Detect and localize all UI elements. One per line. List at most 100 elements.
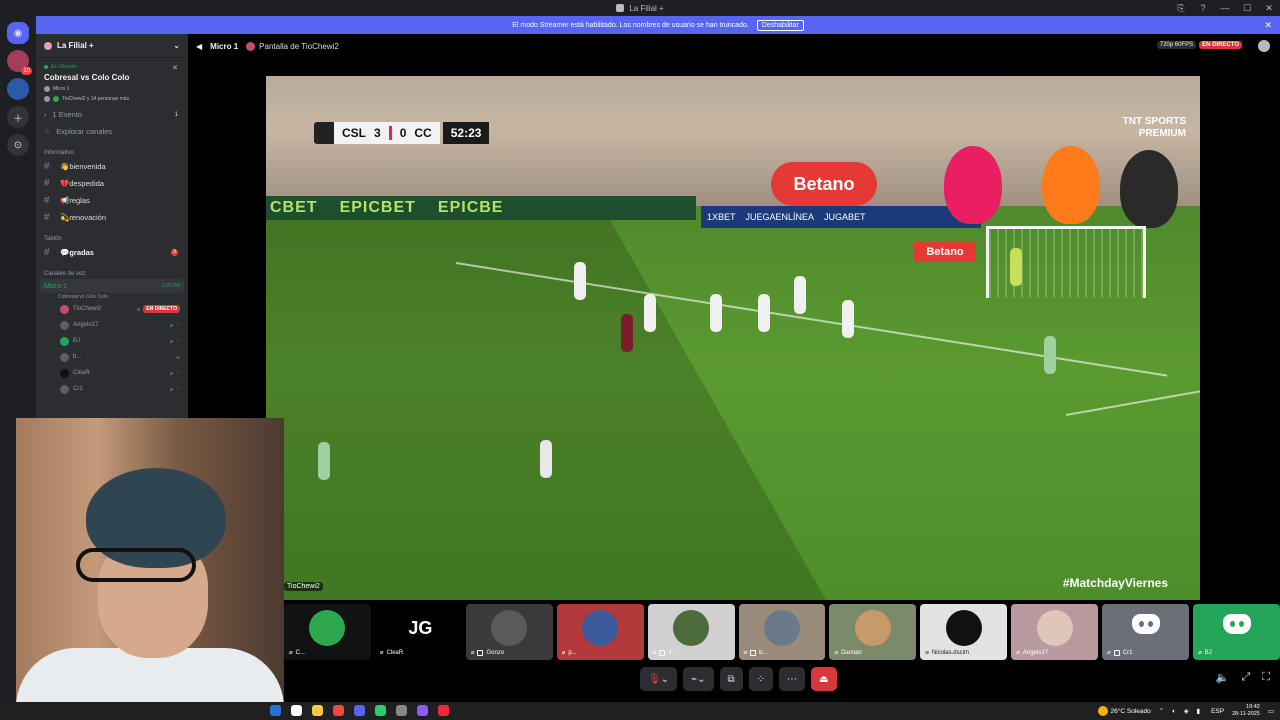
notifications-icon[interactable]: ▭ — [1268, 707, 1274, 715]
members-icon[interactable] — [1258, 40, 1270, 52]
weather-widget[interactable]: 26°C Soleado — [1097, 706, 1151, 716]
channel-renovacion[interactable]: # 💫renovación — [36, 209, 188, 226]
participant-tile[interactable]: ⌀ p... — [556, 604, 644, 660]
muted-icon: ⌀ — [379, 650, 384, 656]
avatar — [60, 336, 69, 346]
voice-member[interactable]: TioChewi2 ⌀ EN DIRECTO — [36, 301, 188, 317]
volume-icon[interactable]: 🔈 — [1216, 671, 1230, 684]
player — [540, 440, 552, 478]
server-name: La Filial + — [57, 41, 94, 50]
events-row[interactable]: › 1 Evento 1 — [36, 106, 188, 123]
fullscreen-icon[interactable]: ⛶ — [1262, 671, 1270, 684]
taskbar-app-icon[interactable] — [375, 705, 386, 716]
share-screen-button[interactable]: ⧉ — [719, 667, 743, 691]
taskbar-app-icon[interactable] — [291, 705, 302, 716]
participant-name: b... — [759, 649, 768, 656]
event-channel: Micro 1 — [44, 86, 180, 92]
microphone-button[interactable]: 🎙 ⌄ — [640, 667, 678, 691]
participant-tile[interactable]: ⌀ Angelo17 — [1011, 604, 1099, 660]
disable-streamer-button[interactable]: Deshabilitar — [756, 19, 804, 31]
participant-tile[interactable]: ⌀ Gonzo — [465, 604, 553, 660]
popout-icon[interactable]: ⤢ — [1241, 671, 1250, 684]
explore-channels-row[interactable]: ⁘ Explorar canales — [36, 123, 188, 140]
participant-tile[interactable]: ⌀ C... — [284, 604, 371, 660]
participant-tile[interactable]: ⌀ Damian — [829, 604, 917, 660]
player — [842, 300, 854, 338]
stream-view-controls: 🔈 ⤢ ⛶ — [1216, 671, 1270, 684]
player — [621, 314, 633, 352]
activities-button[interactable]: ⁘ — [748, 667, 774, 691]
avatar — [44, 96, 50, 102]
home-discord-icon[interactable]: ◉ — [7, 22, 29, 44]
channel-reglas[interactable]: # 📢reglas — [36, 192, 188, 209]
channel-bienvenida[interactable]: # 👋bienvenida — [36, 158, 188, 175]
participant-tile[interactable]: ⌀ BJ — [1193, 604, 1280, 660]
voice-member[interactable]: b... ⌀ — [36, 349, 188, 365]
discord-icon — [1222, 614, 1251, 634]
event-close-icon[interactable]: ✕ — [172, 64, 178, 72]
add-server-icon[interactable]: ＋ — [7, 106, 29, 128]
chevron-down-icon[interactable]: ⌄ — [173, 41, 180, 50]
category-voz[interactable]: Canales de voz — [36, 261, 188, 279]
voice-member[interactable]: Angelo17 ⌀ ◌ — [36, 317, 188, 333]
camera-off-icon: ⌀ — [834, 650, 839, 656]
participant-tile[interactable]: ⌀ J... — [647, 604, 735, 660]
camera-button[interactable]: ⌁ ⌄ — [683, 667, 714, 691]
voice-channel-micro-1[interactable]: Micro 1 1:20:59 — [40, 279, 184, 293]
ad-text: JUGABET — [824, 212, 866, 222]
tray-icons[interactable]: ⌃ ◐ ◈ ▮ — [1159, 707, 1203, 715]
participant-tile[interactable]: ⌀ Cr1 — [1102, 604, 1190, 660]
player — [574, 262, 586, 300]
taskbar-app-icon[interactable] — [396, 705, 407, 716]
taskbar-app-icon[interactable] — [417, 705, 428, 716]
server-avatar-icon — [44, 41, 52, 50]
speaker-icon: ◀ — [196, 41, 203, 51]
channel-gradas[interactable]: # 💬gradas 9 — [36, 244, 188, 261]
more-options-button[interactable]: ⋯ — [779, 667, 806, 691]
language-indicator[interactable]: ESP — [1211, 708, 1224, 715]
voice-member[interactable]: BJ ⌀ ◌ — [36, 333, 188, 349]
minimize-button[interactable]: — — [1214, 3, 1236, 13]
participant-name: C... — [295, 649, 305, 656]
taskbar-app-icon[interactable] — [438, 705, 449, 716]
participant-name: J... — [668, 649, 677, 656]
window-controls: ⎘ ? — ☐ ✕ — [1170, 0, 1280, 16]
server-header[interactable]: La Filial + ⌄ — [36, 34, 188, 58]
participant-tile[interactable]: JG ⌀ CleaR — [374, 604, 462, 660]
taskbar-app-icon[interactable] — [333, 705, 344, 716]
live-badge: EN DIRECTO — [1199, 41, 1242, 49]
banner-close-icon[interactable]: ✕ — [1264, 20, 1272, 31]
maximize-button[interactable]: ☐ — [1236, 3, 1258, 14]
server-la-filial[interactable]: 10 — [7, 50, 32, 75]
category-informativo[interactable]: Informativo — [36, 140, 188, 158]
participant-tile[interactable]: ⌀ b... — [738, 604, 826, 660]
leave-call-button[interactable]: ⏏ — [811, 667, 837, 691]
taskbar-app-icon[interactable] — [270, 705, 281, 716]
category-tablon[interactable]: Tablón — [36, 226, 188, 244]
muted-icon: ⌀ — [289, 650, 293, 656]
player — [758, 294, 770, 332]
voice-member[interactable]: Cr1 ⌀ ◌ — [36, 381, 188, 397]
app-root: La Filial + ⎘ ? — ☐ ✕ ◉ 10 ＋ ⊙ El modo S… — [0, 0, 1280, 720]
streamer-mode-banner: El modo Streamer está habilitado. Los no… — [36, 16, 1280, 34]
stream-video[interactable]: CBET EPICBET EPICBE 1XBET JUEGAENLÍNEA J… — [266, 76, 1200, 600]
inbox-icon[interactable]: ⎘ — [1170, 3, 1192, 14]
deafened-icon: ◌ — [176, 322, 180, 328]
muted-icon: ⌀ — [470, 650, 475, 656]
participant-tile[interactable]: ⌀ Nicolas.dscim — [920, 604, 1008, 660]
taskbar-app-icon[interactable] — [312, 705, 323, 716]
deafened-icon: ◌ — [176, 386, 180, 392]
broadcaster-logo: TNT SPORTS PREMIUM — [1123, 116, 1186, 140]
avatar — [673, 610, 710, 646]
help-icon[interactable]: ? — [1192, 3, 1214, 13]
taskbar-app-icon[interactable] — [354, 705, 365, 716]
voice-member[interactable]: CleaR ⌀ ◌ — [36, 365, 188, 381]
taskbar-clock[interactable]: 19:42 28-11-2025 — [1232, 704, 1260, 718]
avatar — [60, 352, 69, 362]
discover-icon[interactable]: ⊙ — [7, 134, 29, 156]
calendar-icon: › — [44, 110, 47, 119]
close-window-button[interactable]: ✕ — [1258, 3, 1280, 14]
server-2[interactable] — [7, 78, 29, 100]
live-event-card[interactable]: En Directo ✕ Cobresal vs Colo Colo Micro… — [36, 58, 188, 106]
channel-despedida[interactable]: # 💔despedida — [36, 175, 188, 192]
